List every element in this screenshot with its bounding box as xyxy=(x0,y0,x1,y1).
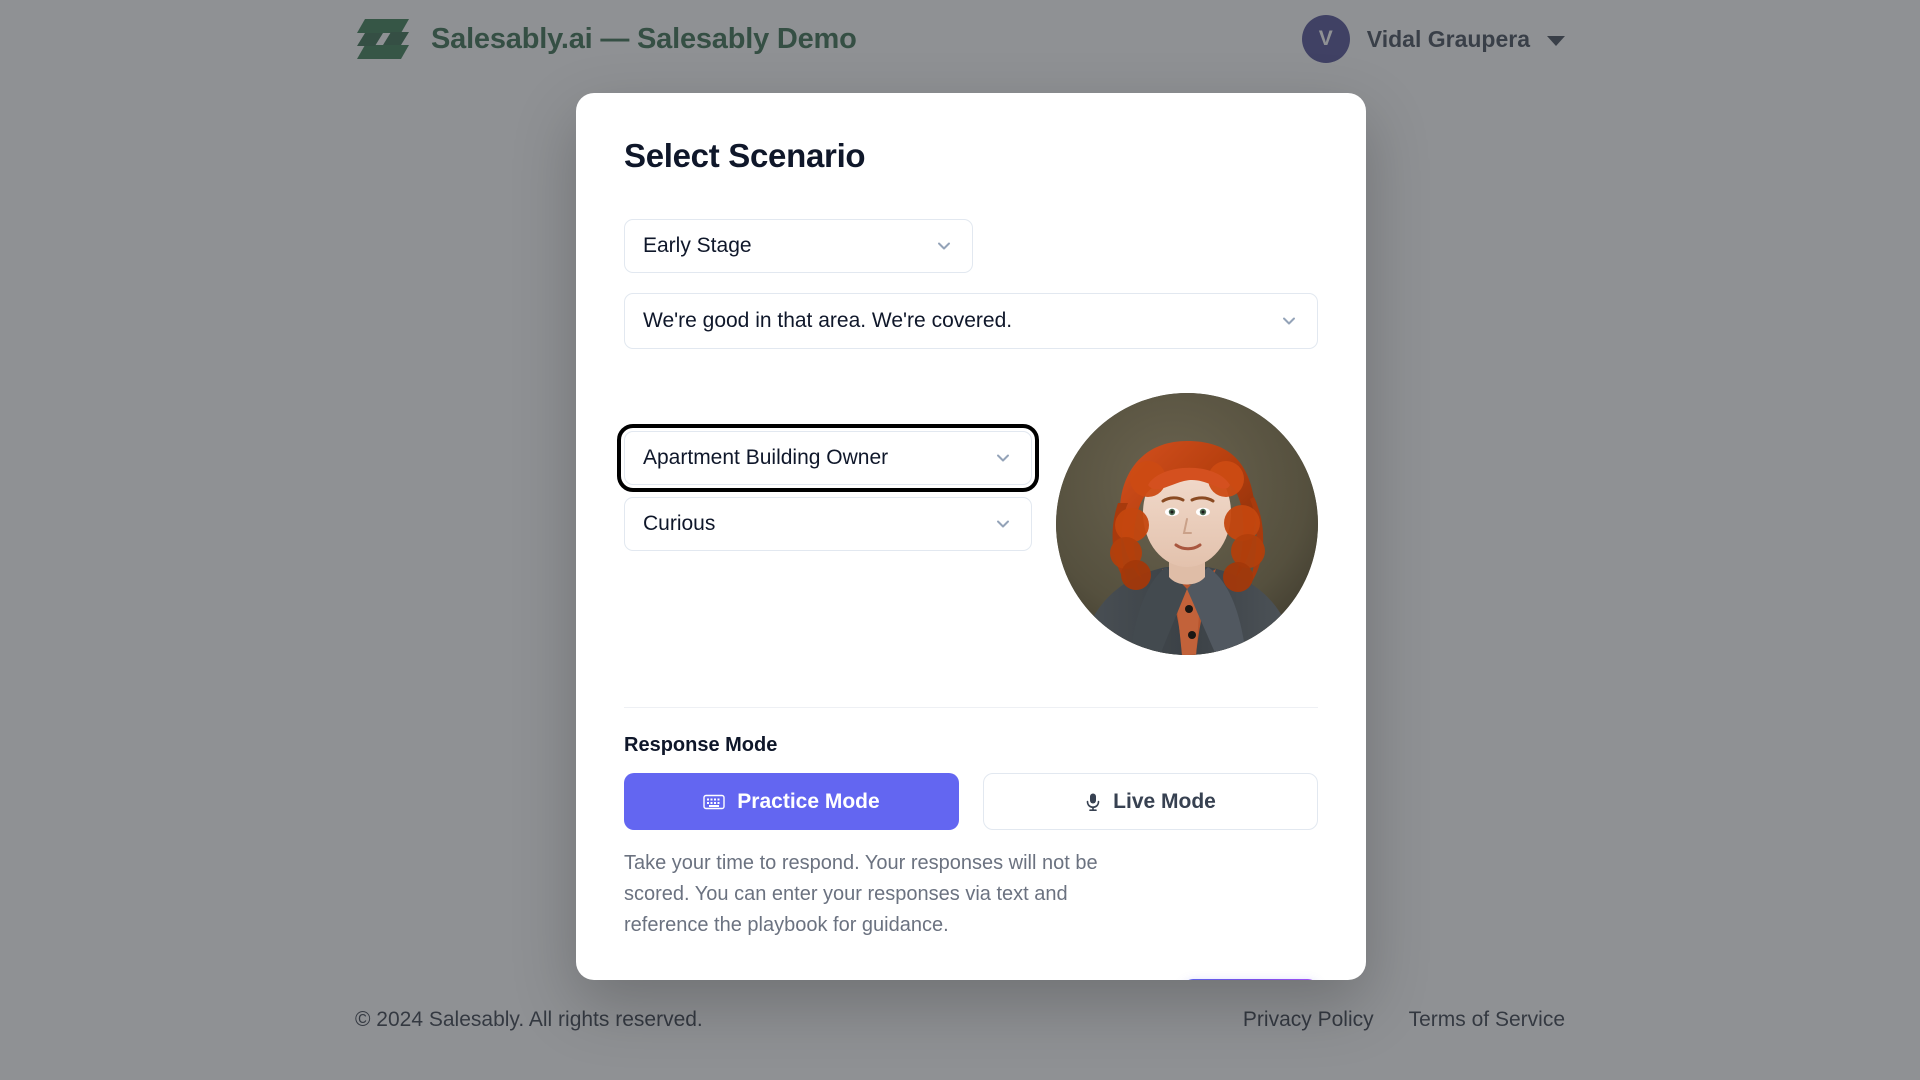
chevron-down-icon xyxy=(993,448,1013,468)
divider xyxy=(624,707,1318,708)
mood-select-value: Curious xyxy=(643,512,716,535)
keyboard-icon xyxy=(703,794,725,810)
objection-select[interactable]: We're good in that area. We're covered. xyxy=(624,293,1318,349)
mood-select[interactable]: Curious xyxy=(624,497,1032,551)
stage-select[interactable]: Early Stage xyxy=(624,219,973,273)
microphone-icon xyxy=(1085,792,1101,812)
objection-select-value: We're good in that area. We're covered. xyxy=(643,309,1013,332)
persona-select[interactable]: Apartment Building Owner xyxy=(617,424,1039,492)
persona-portrait xyxy=(1056,393,1318,655)
practice-mode-button[interactable]: Practice Mode xyxy=(624,773,959,830)
stage-select-value: Early Stage xyxy=(643,234,752,257)
chevron-down-icon xyxy=(934,236,954,256)
response-mode-group: Practice Mode Live Mode xyxy=(624,773,1318,830)
modal-actions: ← Back Begin xyxy=(624,979,1318,980)
response-mode-label: Response Mode xyxy=(624,734,778,756)
persona-select-value: Apartment Building Owner xyxy=(643,446,889,469)
practice-mode-label: Practice Mode xyxy=(737,789,880,813)
page-title: Select Scenario xyxy=(624,137,866,174)
chevron-down-icon xyxy=(993,514,1013,534)
live-mode-button[interactable]: Live Mode xyxy=(983,773,1318,830)
persona-selects: Apartment Building Owner Curious xyxy=(617,393,1039,551)
modal-overlay[interactable]: Select Scenario Early Stage We're good i… xyxy=(0,0,1920,1080)
response-mode-helper-text: Take your time to respond. Your response… xyxy=(624,852,1098,936)
live-mode-label: Live Mode xyxy=(1113,789,1216,813)
chevron-down-icon xyxy=(1279,311,1299,331)
select-scenario-modal: Select Scenario Early Stage We're good i… xyxy=(576,93,1366,980)
persona-row: Apartment Building Owner Curious xyxy=(617,393,1318,655)
begin-button[interactable]: Begin xyxy=(1183,979,1318,980)
